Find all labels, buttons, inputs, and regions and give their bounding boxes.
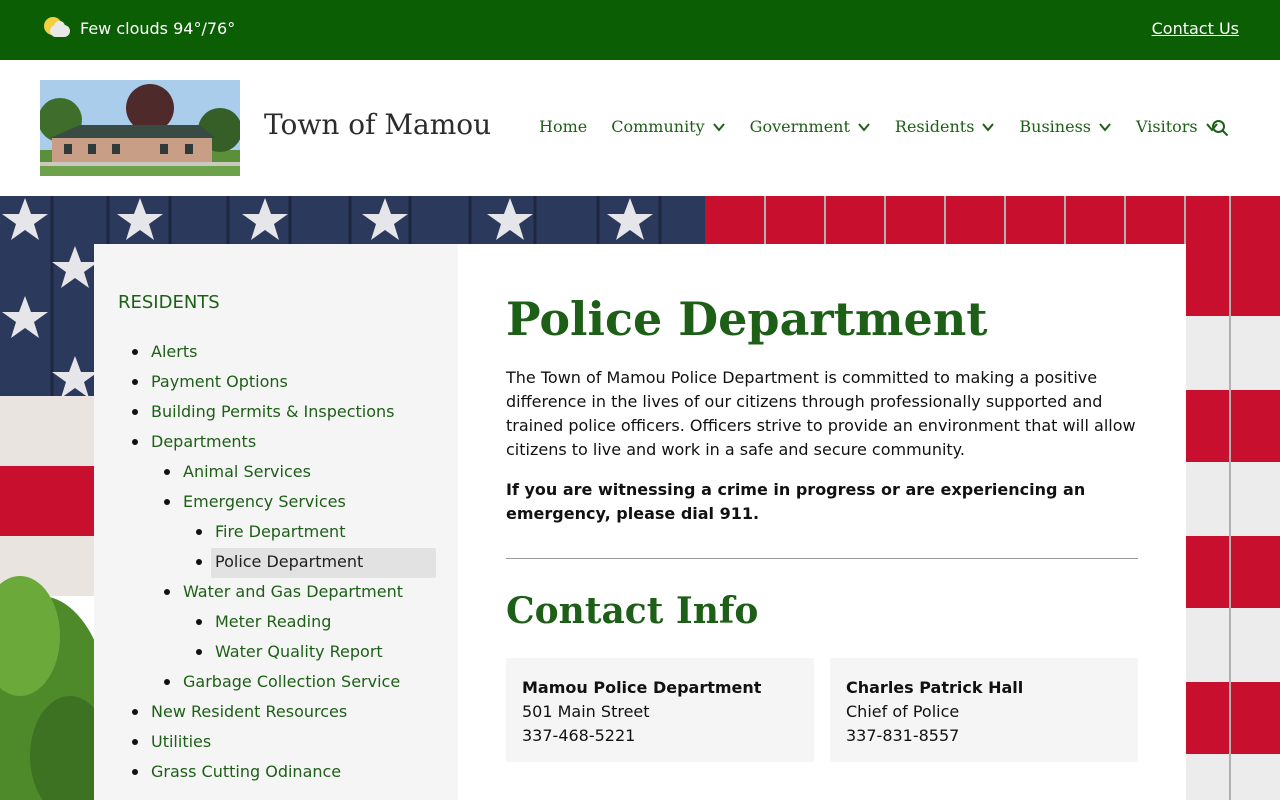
contact-phone[interactable]: 337-831-8557 <box>846 724 1122 748</box>
nav-community[interactable]: Community <box>611 117 725 136</box>
sidebar-panel: RESIDENTS Alerts Payment Options Buildin… <box>94 244 458 800</box>
sidebar-item-police-department[interactable]: Police Department <box>94 548 458 578</box>
sidebar-item-water-gas-department[interactable]: Water and Gas Department <box>94 578 458 608</box>
bullet-icon <box>132 739 138 745</box>
contact-address: 501 Main Street <box>522 702 650 721</box>
chevron-down-icon <box>1099 122 1111 132</box>
sidebar-item-alerts[interactable]: Alerts <box>94 338 458 368</box>
sidebar-item-emergency-services[interactable]: Emergency Services <box>94 488 458 518</box>
bullet-icon <box>132 379 138 385</box>
sidebar-item-building-permits[interactable]: Building Permits & Inspections <box>94 398 458 428</box>
contact-card-department: Mamou Police Department 501 Main Street … <box>506 658 814 762</box>
bullet-icon <box>196 529 202 535</box>
search-icon[interactable] <box>1211 119 1229 137</box>
contact-phone[interactable]: 337-468-5221 <box>522 724 798 748</box>
nav-residents-label: Residents <box>894 117 975 136</box>
sidebar-item-label: Water Quality Report <box>215 642 383 661</box>
sidebar-item-utilities[interactable]: Utilities <box>94 728 458 758</box>
sidebar-item-label: Grass Cutting Odinance <box>151 762 342 781</box>
bullet-icon <box>196 649 202 655</box>
sidebar-title[interactable]: RESIDENTS <box>118 292 220 313</box>
bullet-icon <box>132 439 138 445</box>
bullet-icon <box>164 499 170 505</box>
sidebar-item-label: Alerts <box>151 342 198 361</box>
main-nav: Home Community Government Residents Busi… <box>539 117 1243 136</box>
bullet-icon <box>132 709 138 715</box>
divider <box>506 558 1138 559</box>
site-header: Town of Mamou Home Community Government … <box>0 60 1280 196</box>
weather-text: Few clouds 94°/76° <box>80 18 236 38</box>
sidebar-item-label: Building Permits & Inspections <box>151 402 395 421</box>
sidebar-item-label: Water and Gas Department <box>183 582 404 601</box>
chevron-down-icon <box>982 122 995 132</box>
nav-home[interactable]: Home <box>539 117 587 136</box>
contact-card-chief: Charles Patrick Hall Chief of Police 337… <box>830 658 1138 762</box>
sidebar-item-garbage-collection[interactable]: Garbage Collection Service <box>94 668 458 698</box>
bullet-icon <box>164 469 170 475</box>
sidebar-item-label: Payment Options <box>151 372 288 391</box>
sidebar-item-animal-services[interactable]: Animal Services <box>94 458 458 488</box>
contact-us-link[interactable]: Contact Us <box>1152 19 1239 38</box>
sidebar-item-fire-department[interactable]: Fire Department <box>94 518 458 548</box>
nav-business[interactable]: Business <box>1019 117 1112 136</box>
nav-home-label: Home <box>539 117 588 136</box>
weather-widget: Few clouds 94°/76° <box>44 17 235 39</box>
page-title: Police Department <box>506 292 988 346</box>
sidebar-item-label: Meter Reading <box>215 612 332 631</box>
sidebar-nav-list: Alerts Payment Options Building Permits … <box>94 338 458 788</box>
nav-government[interactable]: Government <box>750 117 871 136</box>
contact-info-heading: Contact Info <box>506 590 759 632</box>
sidebar-item-water-quality-report[interactable]: Water Quality Report <box>94 638 458 668</box>
bullet-icon <box>196 559 202 565</box>
sidebar-item-label: Police Department <box>215 552 364 571</box>
emergency-notice: If you are witnessing a crime in progres… <box>506 480 1086 523</box>
sidebar-item-label: Utilities <box>151 732 212 751</box>
sidebar-item-departments[interactable]: Departments <box>94 428 458 458</box>
contact-name: Charles Patrick Hall <box>846 678 1024 697</box>
chevron-down-icon <box>858 122 870 132</box>
bullet-icon <box>132 409 138 415</box>
sidebar-item-label: Garbage Collection Service <box>183 672 401 691</box>
bullet-icon <box>164 679 170 685</box>
sidebar-item-label: Emergency Services <box>183 492 346 511</box>
bullet-icon <box>196 619 202 625</box>
chevron-down-icon <box>712 122 725 132</box>
bullet-icon <box>164 589 170 595</box>
nav-business-label: Business <box>1019 117 1091 136</box>
sidebar-item-payment-options[interactable]: Payment Options <box>94 368 458 398</box>
sidebar-item-meter-reading[interactable]: Meter Reading <box>94 608 458 638</box>
nav-government-label: Government <box>749 117 850 136</box>
intro-paragraph: The Town of Mamou Police Department is c… <box>506 368 1136 459</box>
bullet-icon <box>132 349 138 355</box>
sidebar-item-label: New Resident Resources <box>151 702 348 721</box>
partly-cloudy-icon <box>44 17 72 39</box>
bullet-icon <box>132 769 138 775</box>
town-hall-logo-image[interactable] <box>40 80 240 176</box>
top-bar: Few clouds 94°/76° Contact Us <box>0 0 1280 60</box>
nav-visitors[interactable]: Visitors <box>1136 117 1219 136</box>
site-title[interactable]: Town of Mamou <box>264 108 491 141</box>
contact-title: Chief of Police <box>846 702 960 721</box>
nav-visitors-label: Visitors <box>1136 117 1198 136</box>
sidebar-item-new-resident-resources[interactable]: New Resident Resources <box>94 698 458 728</box>
sidebar-item-label: Fire Department <box>215 522 346 541</box>
contact-name: Mamou Police Department <box>522 678 762 697</box>
nav-community-label: Community <box>611 117 705 136</box>
sidebar-item-label: Animal Services <box>183 462 311 481</box>
sidebar-item-label: Departments <box>151 432 257 451</box>
sidebar-item-grass-cutting[interactable]: Grass Cutting Odinance <box>94 758 458 788</box>
nav-residents[interactable]: Residents <box>895 117 996 136</box>
main-content: Police Department The Town of Mamou Poli… <box>458 244 1186 800</box>
